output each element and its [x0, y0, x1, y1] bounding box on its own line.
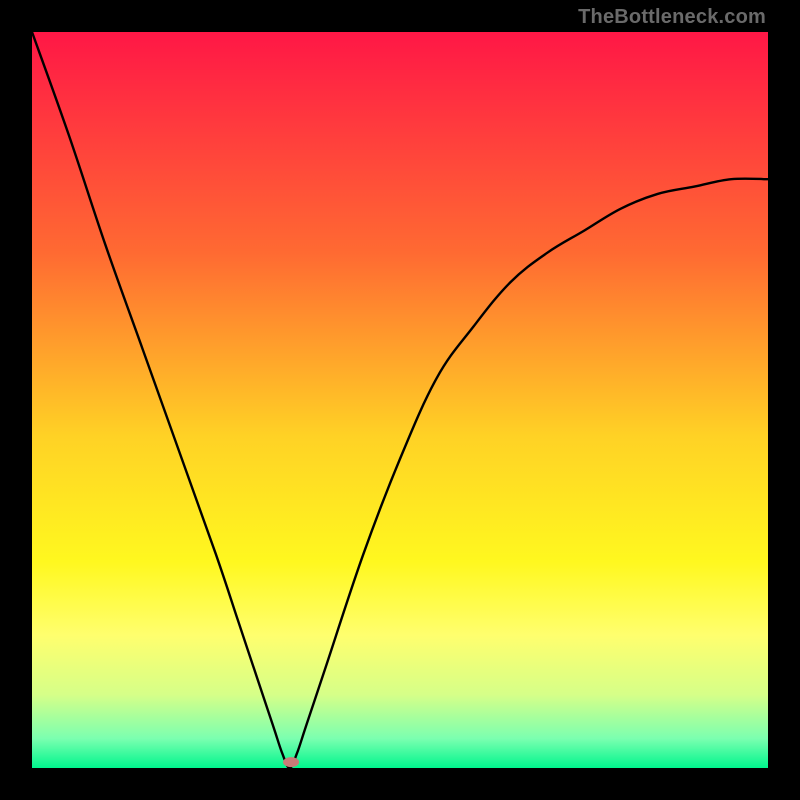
attribution-label: TheBottleneck.com: [578, 6, 766, 29]
chart-container: TheBottleneck.com: [0, 0, 800, 800]
minimum-marker: [283, 757, 299, 767]
bottleneck-curve: [32, 32, 768, 768]
plot-area: [32, 32, 768, 768]
curve-layer: [32, 32, 768, 768]
